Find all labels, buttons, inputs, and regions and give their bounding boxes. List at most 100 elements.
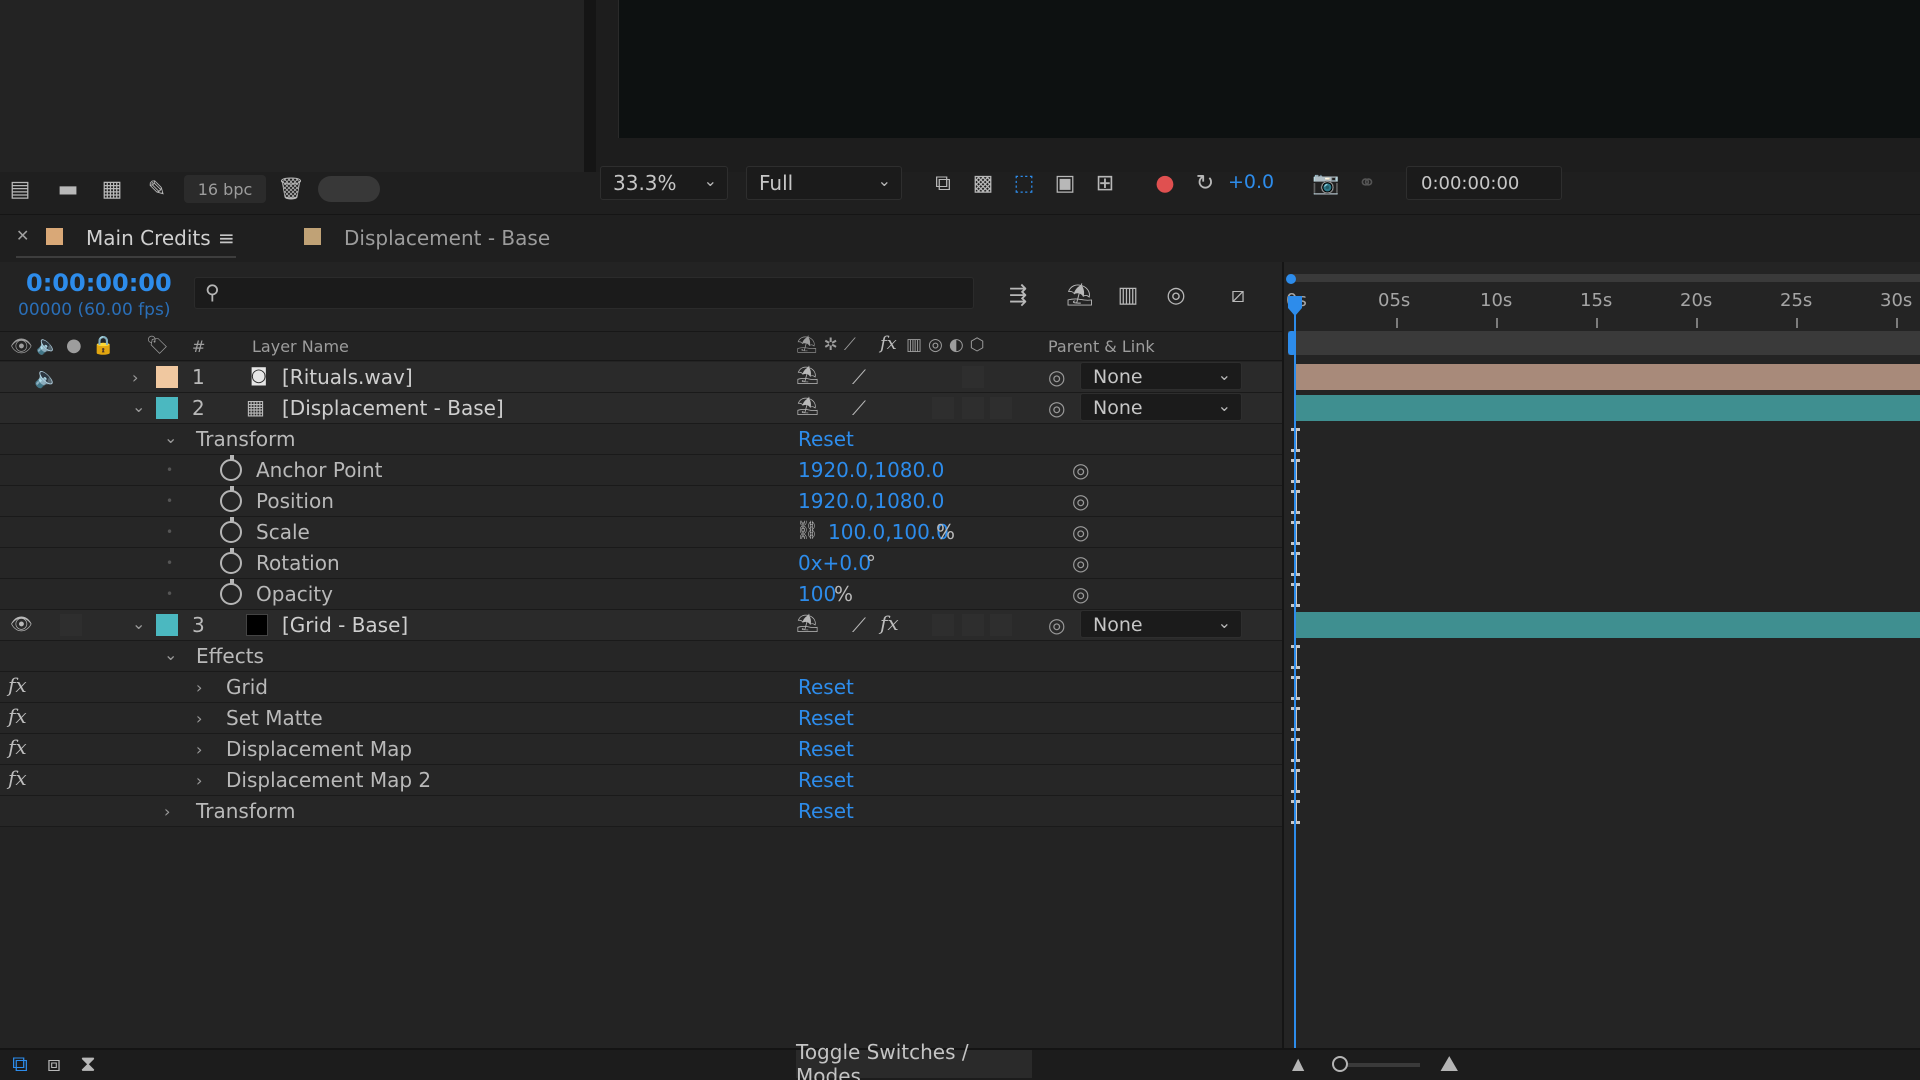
time-navigator-bar[interactable]	[1288, 331, 1920, 355]
pick-whip-icon[interactable]: ◎	[1048, 365, 1065, 389]
parent-dropdown[interactable]: None ⌄	[1080, 393, 1242, 421]
shy-switch-icon[interactable]: ⛱	[796, 365, 819, 386]
shy-switch-icon[interactable]: ⛱	[796, 613, 819, 634]
anchor-point-value[interactable]: 1920.0,1080.0	[798, 458, 944, 482]
stopwatch-icon[interactable]	[220, 548, 242, 574]
lock-icon[interactable]: 🔒	[92, 335, 114, 356]
quality-switch-icon[interactable]: ⟋	[852, 613, 866, 637]
effect-reset-link[interactable]: Reset	[798, 706, 854, 730]
effect-reset-link[interactable]: Reset	[798, 737, 854, 761]
layer-row-grid-base[interactable]: 👁 ⌄ 3 [Grid - Base] ⛱ ⟋ fx ◎ None ⌄	[0, 610, 1282, 641]
scale-row[interactable]: • Scale ⛓ 100.0,100.0 % ◎	[0, 517, 1282, 548]
switch-box[interactable]	[962, 397, 984, 419]
playhead-line[interactable]	[1294, 302, 1296, 1048]
opacity-row[interactable]: • Opacity 100 % ◎	[0, 579, 1282, 610]
pick-whip-icon[interactable]: ◎	[1072, 520, 1089, 544]
effect-reset-link[interactable]: Reset	[798, 768, 854, 792]
layer-label-color[interactable]	[156, 366, 178, 388]
exposure-value[interactable]: +0.0	[1228, 171, 1274, 193]
layer-name[interactable]: [Grid - Base]	[282, 613, 408, 637]
fast-previews-icon[interactable]: ⧉	[928, 168, 958, 198]
effects-group-row[interactable]: ⌄ Effects	[0, 641, 1282, 672]
shy-switch-icon[interactable]: ⛱	[796, 396, 819, 417]
resolution-dropdown[interactable]: Full ⌄	[746, 166, 902, 200]
bit-depth-button[interactable]: 16 bpc	[184, 175, 266, 203]
reset-exposure-icon[interactable]: ↻	[1190, 168, 1220, 198]
effects-switch-icon[interactable]: fx	[880, 611, 899, 635]
grid-guides-icon[interactable]: ⊞	[1090, 168, 1120, 198]
opacity-value[interactable]: 100	[798, 582, 836, 606]
layer-name[interactable]: [Displacement - Base]	[282, 396, 504, 420]
switch-box[interactable]	[990, 397, 1012, 419]
tab-menu-icon[interactable]: ≡	[218, 226, 235, 250]
zoom-dropdown[interactable]: 33.3% ⌄	[600, 166, 728, 200]
motion-blur-icon[interactable]: ◎	[1158, 280, 1194, 310]
switch-box[interactable]	[932, 614, 954, 636]
tab-displacement-base[interactable]: Displacement - Base	[344, 226, 550, 250]
zoom-slider-thumb[interactable]	[1332, 1056, 1348, 1072]
panel-divider[interactable]	[584, 0, 596, 172]
zoom-slider-track[interactable]	[1336, 1063, 1420, 1067]
layer-label-color[interactable]	[156, 397, 178, 419]
layer-switches-icon[interactable]: ⧉	[6, 1050, 34, 1078]
tab-main-credits[interactable]: Main Credits	[86, 226, 211, 250]
audio-speaker-icon[interactable]: 🔈	[36, 335, 58, 356]
pick-whip-icon[interactable]: ◎	[1048, 613, 1065, 637]
composition-mini-flowchart-icon[interactable]: ⇶	[1000, 280, 1036, 310]
parent-dropdown[interactable]: None ⌄	[1080, 362, 1242, 390]
quality-switch-icon[interactable]: ⟋	[852, 396, 866, 420]
pick-whip-icon[interactable]: ◎	[1072, 551, 1089, 575]
stopwatch-icon[interactable]	[220, 579, 242, 605]
effect-row-grid[interactable]: fx › Grid Reset	[0, 672, 1282, 703]
switch-box[interactable]	[962, 366, 984, 388]
layer-duration-bar[interactable]	[1296, 395, 1920, 421]
effect-fx-icon[interactable]: fx	[8, 673, 27, 697]
layer-duration-bar[interactable]	[1296, 364, 1920, 390]
position-row[interactable]: • Position 1920.0,1080.0 ◎	[0, 486, 1282, 517]
new-composition-icon[interactable]: ▦	[95, 174, 129, 204]
show-channel-icon[interactable]: ●	[1150, 168, 1180, 198]
switch-box[interactable]	[990, 614, 1012, 636]
layer-label-color[interactable]	[156, 614, 178, 636]
parent-dropdown[interactable]: None ⌄	[1080, 610, 1242, 638]
stopwatch-icon[interactable]	[220, 486, 242, 512]
zoom-in-icon[interactable]: ⛰	[1440, 1052, 1458, 1077]
transfer-controls-icon[interactable]: ⧈	[40, 1050, 68, 1078]
chevron-down-icon[interactable]: ⌄	[132, 614, 145, 633]
chevron-right-icon[interactable]: ›	[196, 709, 202, 728]
chevron-right-icon[interactable]: ›	[196, 740, 202, 759]
rotation-row[interactable]: • Rotation 0x+0.0 ° ◎	[0, 548, 1282, 579]
audio-speaker-icon[interactable]: 🔈	[34, 365, 59, 389]
work-area-start-handle[interactable]	[1286, 274, 1296, 284]
video-eye-icon[interactable]: 👁	[10, 614, 33, 635]
effect-fx-icon[interactable]: fx	[8, 704, 27, 728]
pick-whip-icon[interactable]: ◎	[1048, 396, 1065, 420]
layer-name[interactable]: [Rituals.wav]	[282, 365, 413, 389]
effect-row-displacement-map[interactable]: fx › Displacement Map Reset	[0, 734, 1282, 765]
solo-icon[interactable]: ●	[66, 335, 82, 356]
zoom-out-icon[interactable]: ▲	[1292, 1054, 1304, 1073]
effect-fx-icon[interactable]: fx	[8, 735, 27, 759]
adjust-project-settings-icon[interactable]: ✎	[142, 174, 172, 204]
switch-box[interactable]	[932, 397, 954, 419]
effect-fx-icon[interactable]: fx	[8, 766, 27, 790]
chevron-down-icon[interactable]: ⌄	[164, 645, 177, 664]
effect-reset-link[interactable]: Reset	[798, 675, 854, 699]
chevron-right-icon[interactable]: ›	[132, 368, 138, 387]
stopwatch-icon[interactable]	[220, 517, 242, 543]
stopwatch-icon[interactable]	[220, 455, 242, 481]
snapshot-camera-icon[interactable]: 📷	[1310, 168, 1342, 198]
work-area-bar[interactable]	[1288, 274, 1920, 282]
frame-blending-icon[interactable]: ▥	[1110, 280, 1146, 310]
transparency-grid-icon[interactable]: ▩	[968, 168, 998, 198]
close-tab-icon[interactable]: ✕	[16, 226, 29, 245]
pick-whip-icon[interactable]: ◎	[1072, 458, 1089, 482]
show-snapshot-icon[interactable]: ⚭	[1352, 168, 1382, 198]
pick-whip-icon[interactable]: ◎	[1072, 582, 1089, 606]
transform-reset-link[interactable]: Reset	[798, 799, 854, 823]
toggle-switches-modes-button[interactable]: Toggle Switches / Modes	[796, 1040, 1032, 1080]
anchor-point-row[interactable]: • Anchor Point 1920.0,1080.0 ◎	[0, 455, 1282, 486]
scale-value[interactable]: 100.0,100.0	[828, 520, 949, 544]
layer-search-input[interactable]: ⚲	[194, 277, 974, 309]
video-eye-icon[interactable]: 👁	[10, 336, 33, 357]
